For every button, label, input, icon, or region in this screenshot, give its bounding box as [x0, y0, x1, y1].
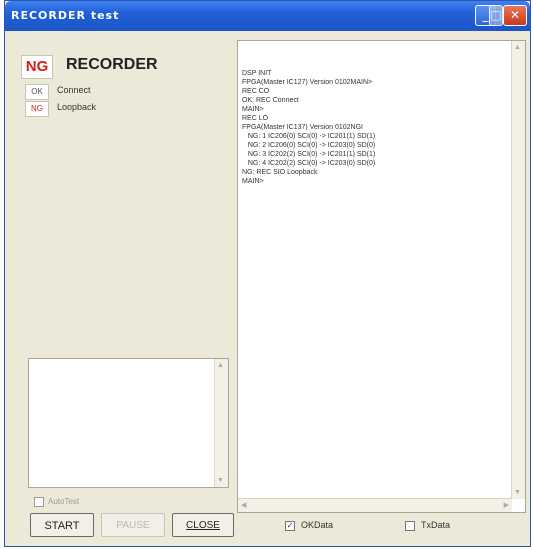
okdata-check-icon[interactable]: ✓ — [285, 520, 295, 531]
summary-title: RECORDER — [66, 56, 158, 73]
scroll-down-icon[interactable]: ▼ — [217, 477, 224, 484]
log-line: NG: 2 IC206(0) SCI(0) -> IC203(0) SD(0) — [242, 142, 376, 149]
scroll-up-icon[interactable]: ▲ — [217, 362, 224, 369]
close-button[interactable]: CLOSE — [172, 513, 234, 537]
log-output[interactable]: DSP INIT FPGA(Master IC127) Version 0102… — [237, 40, 526, 513]
log-line: DSP INIT — [242, 70, 272, 77]
connect-label: Connect — [57, 85, 91, 95]
log-line: NG: 3 IC202(2) SCI(0) -> IC201(1) SD(1) — [242, 151, 376, 158]
scroll-down-icon[interactable]: ▼ — [514, 489, 521, 496]
txdata-checkbox[interactable]: TxData — [405, 520, 450, 531]
log-line: REC LO — [242, 115, 269, 122]
okdata-checkbox[interactable]: ✓ OKData — [285, 520, 333, 531]
log-lines: DSP INIT FPGA(Master IC127) Version 0102… — [242, 69, 375, 186]
title-bar[interactable]: RECORDER test _ □ ✕ — [5, 1, 530, 31]
autotest-checkbox-box[interactable] — [34, 497, 44, 507]
log-horizontal-scrollbar[interactable]: ◀ ▶ — [238, 498, 512, 512]
maximize-button[interactable]: □ — [489, 5, 503, 26]
scroll-up-icon[interactable]: ▲ — [514, 44, 521, 51]
scroll-right-icon[interactable]: ▶ — [504, 501, 509, 509]
log-line: FPGA(Master IC137) Version 0102NGI — [242, 124, 363, 131]
log-line: NG: 4 IC202(2) SCI(0) -> IC203(0) SD(0) — [242, 160, 376, 167]
start-button[interactable]: START — [30, 513, 94, 537]
minimize-icon: _ — [482, 8, 489, 22]
scroll-left-icon[interactable]: ◀ — [241, 501, 246, 509]
log-line: MAIN> — [242, 106, 264, 113]
window-title: RECORDER test — [11, 9, 120, 22]
log-line: NG: 1 IC206(0) SCI(0) -> IC201(1) SD(1) — [242, 133, 376, 140]
overall-status-badge: NG — [21, 55, 53, 79]
pause-button[interactable]: PAUSE — [101, 513, 165, 537]
txdata-label: TxData — [421, 520, 451, 530]
log-line: MAIN> — [242, 178, 264, 185]
loopback-status-badge: NG — [25, 101, 49, 117]
txdata-checkbox-box[interactable] — [405, 520, 415, 531]
log-line: OK: REC Connect — [242, 97, 299, 104]
close-icon: ✕ — [509, 8, 521, 22]
autotest-checkbox[interactable]: AutoTest — [34, 497, 79, 507]
log-line: NG: REC SIO Loopback — [242, 169, 318, 176]
loopback-label: Loopback — [57, 102, 97, 112]
okdata-label: OKData — [301, 520, 334, 530]
maximize-icon: □ — [490, 8, 502, 22]
log-line: REC CO — [242, 88, 270, 95]
log-line: FPGA(Master IC127) Version 0102MAIN> — [242, 79, 373, 86]
autotest-label: AutoTest — [48, 497, 80, 507]
side-scrollbar[interactable]: ▲ ▼ — [214, 359, 228, 487]
log-vertical-scrollbar[interactable]: ▲ ▼ — [511, 41, 525, 499]
side-text-area[interactable]: ▲ ▼ — [28, 358, 229, 488]
close-window-button[interactable]: ✕ — [503, 5, 527, 26]
connect-status-badge: OK — [25, 84, 49, 100]
